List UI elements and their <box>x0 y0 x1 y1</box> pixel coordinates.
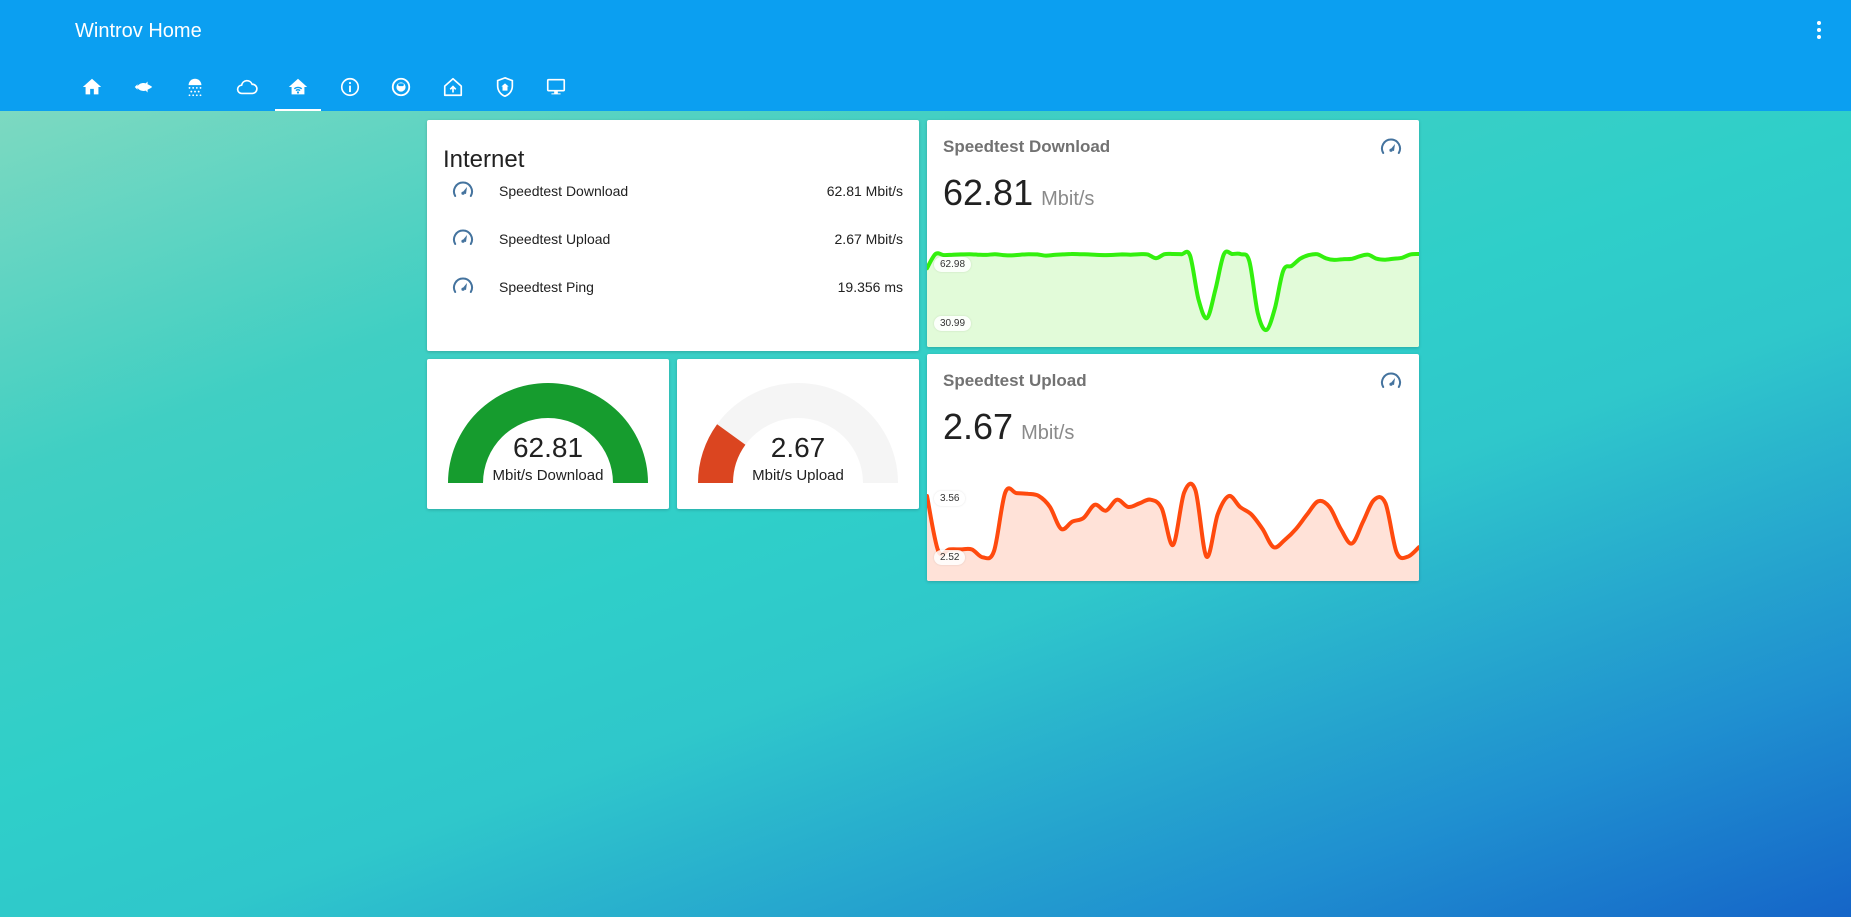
entity-row-ping[interactable]: Speedtest Ping 19.356 ms <box>443 267 903 307</box>
graph-fill <box>927 251 1419 347</box>
fish-icon <box>135 81 153 93</box>
tab-home-arrival[interactable] <box>427 70 479 111</box>
graph-min-label: 30.99 <box>934 316 972 331</box>
info-icon <box>340 77 359 97</box>
speedometer-icon <box>1381 372 1401 388</box>
tab-media[interactable] <box>530 70 582 111</box>
sensor-unit: Mbit/s <box>1041 188 1095 210</box>
gauge-value: 2.67 <box>770 432 826 463</box>
upload-sensor-card[interactable]: Speedtest Upload 2.67 Mbit/s 3.56 2.52 <box>927 354 1419 581</box>
entity-name: Speedtest Download <box>499 183 629 199</box>
graph-max-label: 62.98 <box>934 257 972 272</box>
speedometer-icon <box>453 277 473 293</box>
speedometer-icon <box>453 229 473 245</box>
graph-max-label: 3.56 <box>934 491 966 506</box>
card-title: Internet <box>443 146 525 173</box>
view-tabs <box>66 70 582 111</box>
speedometer-icon <box>453 181 473 197</box>
monitor-icon <box>547 78 566 95</box>
home-icon <box>82 78 101 95</box>
sensor-value: 2.67 <box>943 406 1014 447</box>
sensor-name: Speedtest Upload <box>943 371 1087 390</box>
cloud-icon <box>236 79 258 95</box>
internet-card: Internet Speedtest Download 62.81 Mbit/s… <box>427 120 919 351</box>
tab-vacuum[interactable] <box>376 70 428 111</box>
dots-vertical-icon <box>1817 21 1821 39</box>
app-header: Wintrov Home <box>0 0 1851 111</box>
download-gauge-card[interactable]: 62.81 Mbit/s Download <box>427 359 669 509</box>
sensor-graph: 3.56 2.52 <box>927 474 1419 581</box>
sensor-unit: Mbit/s <box>1021 422 1075 444</box>
home-wifi-icon <box>289 78 308 95</box>
entity-value: 2.67 Mbit/s <box>834 231 903 247</box>
tab-security[interactable] <box>479 70 531 111</box>
sensor-state: 62.81 Mbit/s <box>943 172 1094 214</box>
tab-network[interactable] <box>272 70 324 111</box>
sensor-graph-svg <box>927 249 1419 347</box>
sensor-state: 2.67 Mbit/s <box>943 406 1074 448</box>
app-title: Wintrov Home <box>75 20 202 42</box>
overflow-menu-button[interactable] <box>1807 18 1831 42</box>
tab-weather[interactable] <box>221 70 273 111</box>
tab-info[interactable] <box>324 70 376 111</box>
gauge-label: Mbit/s Download <box>492 467 604 484</box>
upload-gauge-card[interactable]: 2.67 Mbit/s Upload <box>677 359 919 509</box>
shield-home-icon <box>496 76 513 98</box>
tab-shower[interactable] <box>169 70 221 111</box>
sensor-graph: 62.98 30.99 <box>927 240 1419 347</box>
speedometer-icon <box>1381 138 1401 154</box>
gauge-label: Mbit/s Upload <box>752 467 844 484</box>
graph-min-label: 2.52 <box>934 550 966 565</box>
entity-row-download[interactable]: Speedtest Download 62.81 Mbit/s <box>443 171 903 211</box>
entity-name: Speedtest Ping <box>499 279 594 295</box>
robot-vacuum-icon <box>392 77 411 97</box>
sensor-value: 62.81 <box>943 172 1034 213</box>
entity-row-upload[interactable]: Speedtest Upload 2.67 Mbit/s <box>443 219 903 259</box>
home-import-icon <box>443 77 463 97</box>
download-sensor-card[interactable]: Speedtest Download 62.81 Mbit/s 62.98 30… <box>927 120 1419 347</box>
tab-home[interactable] <box>66 70 118 111</box>
shower-icon <box>188 78 202 97</box>
entity-value: 19.356 ms <box>837 279 903 295</box>
tab-aquarium[interactable] <box>118 70 170 111</box>
sensor-name: Speedtest Download <box>943 137 1111 156</box>
graph-fill <box>927 483 1419 581</box>
entity-name: Speedtest Upload <box>499 231 611 247</box>
sensor-graph-svg <box>927 481 1419 581</box>
entity-value: 62.81 Mbit/s <box>826 183 903 199</box>
gauge-value: 62.81 <box>512 432 584 463</box>
